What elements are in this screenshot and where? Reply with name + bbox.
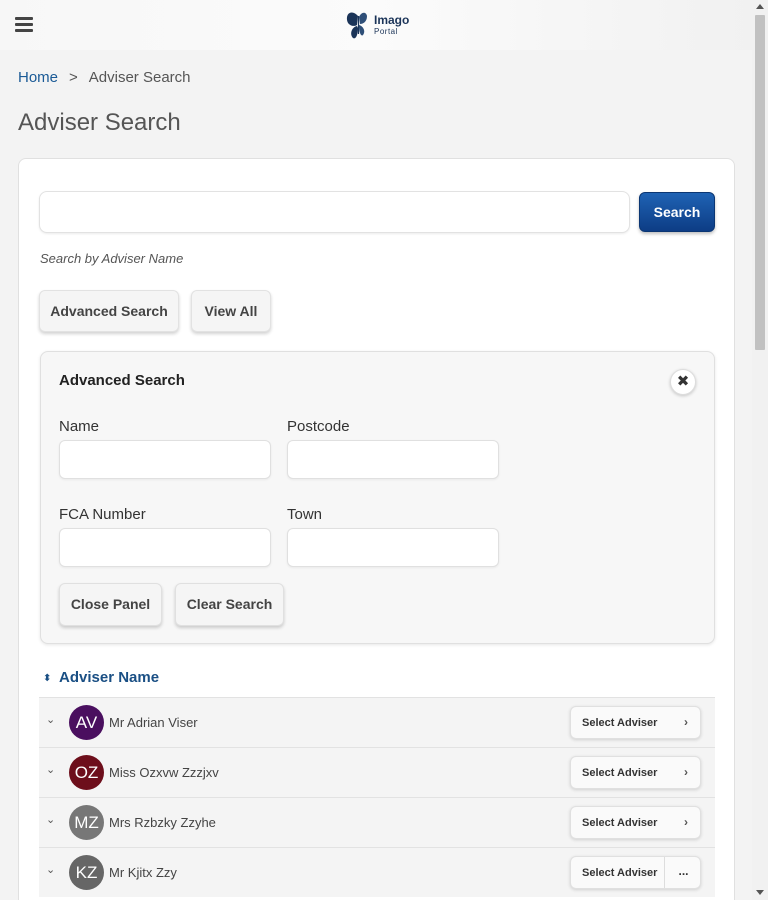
breadcrumb-separator: > [69, 69, 78, 86]
more-options-icon[interactable]: ... [664, 857, 702, 888]
search-input[interactable] [39, 191, 630, 233]
town-label: Town [287, 506, 323, 523]
top-bar: Imago Portal [0, 0, 752, 50]
adviser-row: ⌄ AV Mr Adrian Viser Select Adviser › [39, 697, 715, 747]
chevron-right-icon: › [684, 715, 688, 729]
adviser-row: ⌄ MZ Mrs Rzbzky Zzyhe Select Adviser › [39, 797, 715, 847]
search-button[interactable]: Search [639, 192, 715, 232]
adviser-name: Mr Adrian Viser [109, 715, 198, 730]
scroll-thumb[interactable] [755, 15, 765, 350]
expand-chevron-icon[interactable]: ⌄ [46, 863, 55, 876]
town-field[interactable] [287, 528, 499, 567]
search-card: Search Search by Adviser Name Advanced S… [18, 158, 735, 900]
adviser-name: Mr Kjitx Zzy [109, 865, 177, 880]
chevron-right-icon: › [684, 815, 688, 829]
chevron-right-icon: › [684, 765, 688, 779]
postcode-label: Postcode [287, 418, 350, 435]
name-label: Name [59, 418, 100, 435]
brand-subtitle: Portal [374, 27, 398, 36]
fca-number-field[interactable] [59, 528, 271, 567]
expand-chevron-icon[interactable]: ⌄ [46, 763, 55, 776]
select-adviser-button[interactable]: Select Adviser ... [570, 856, 701, 889]
clear-search-button[interactable]: Clear Search [175, 583, 284, 626]
page-title: Adviser Search [18, 109, 181, 136]
select-adviser-button[interactable]: Select Adviser › [570, 706, 701, 739]
expand-chevron-icon[interactable]: ⌄ [46, 813, 55, 826]
select-adviser-label: Select Adviser [582, 767, 658, 779]
adviser-name: Mrs Rzbzky Zzyhe [109, 815, 216, 830]
select-adviser-button[interactable]: Select Adviser › [570, 806, 701, 839]
avatar: MZ [69, 805, 104, 840]
scroll-up-arrow-icon[interactable] [756, 4, 764, 9]
advanced-search-title: Advanced Search [59, 372, 185, 389]
adviser-row: ⌄ OZ Miss Ozxvw Zzzjxv Select Adviser › [39, 747, 715, 797]
breadcrumb-current: Adviser Search [88, 69, 191, 86]
avatar: KZ [69, 855, 104, 890]
brand-name: Imago [374, 13, 410, 27]
select-adviser-label: Select Adviser [582, 717, 658, 729]
avatar: AV [69, 705, 104, 740]
sort-header-label: Adviser Name [59, 669, 160, 686]
fca-number-label: FCA Number [59, 506, 146, 523]
select-adviser-button[interactable]: Select Adviser › [570, 756, 701, 789]
search-hint: Search by Adviser Name [40, 251, 184, 266]
name-field[interactable] [59, 440, 271, 479]
breadcrumb-home-link[interactable]: Home [18, 69, 58, 86]
adviser-name-sort-header[interactable]: ⬍ Adviser Name [43, 669, 159, 686]
menu-icon[interactable] [15, 17, 33, 33]
butterfly-icon [346, 12, 367, 39]
scroll-down-arrow-icon[interactable] [756, 890, 764, 895]
vertical-scrollbar[interactable] [752, 0, 768, 900]
adviser-list: ⌄ AV Mr Adrian Viser Select Adviser › ⌄ … [39, 697, 715, 897]
select-adviser-label: Select Adviser [582, 817, 658, 829]
advanced-search-panel: Advanced Search ✖ Name Postcode FCA Numb… [40, 351, 715, 644]
breadcrumb: Home > Adviser Search [18, 69, 191, 86]
close-icon[interactable]: ✖ [670, 369, 696, 395]
postcode-field[interactable] [287, 440, 499, 479]
expand-chevron-icon[interactable]: ⌄ [46, 713, 55, 726]
adviser-name: Miss Ozxvw Zzzjxv [109, 765, 219, 780]
avatar: OZ [69, 755, 104, 790]
view-all-button[interactable]: View All [191, 290, 271, 332]
close-panel-button[interactable]: Close Panel [59, 583, 162, 626]
imago-portal-logo[interactable]: Imago Portal [343, 8, 413, 42]
adviser-row: ⌄ KZ Mr Kjitx Zzy Select Adviser ... [39, 847, 715, 897]
advanced-search-button[interactable]: Advanced Search [39, 290, 179, 332]
sort-icon: ⬍ [43, 673, 52, 684]
select-adviser-label: Select Adviser [582, 867, 658, 879]
